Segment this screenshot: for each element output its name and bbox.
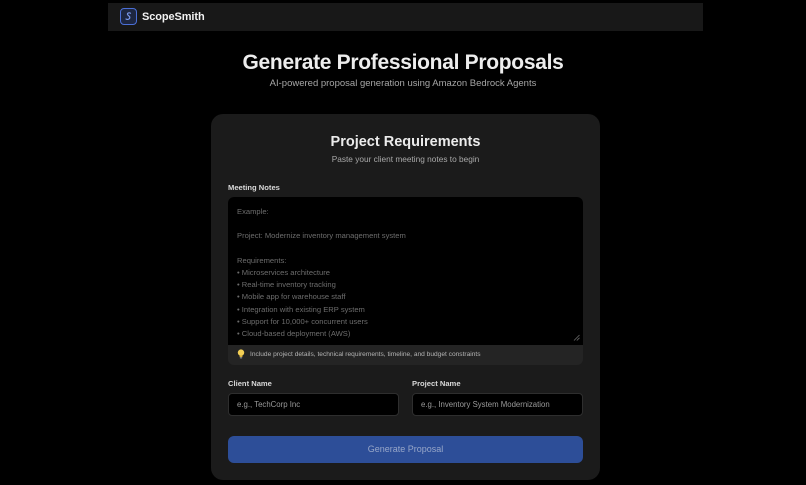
placeholder-line: • Support for 10,000+ concurrent users bbox=[237, 316, 368, 326]
brand[interactable]: ScopeSmith bbox=[120, 8, 205, 25]
resize-handle-icon[interactable] bbox=[573, 334, 580, 341]
placeholder-line bbox=[237, 243, 406, 255]
logo-icon bbox=[120, 8, 137, 25]
placeholder-line: Requirements: bbox=[237, 255, 287, 265]
placeholder-line: • Real-time inventory tracking bbox=[237, 280, 336, 290]
client-name-input[interactable]: e.g., TechCorp Inc bbox=[228, 393, 399, 416]
placeholder-line bbox=[237, 218, 406, 230]
meeting-notes-label: Meeting Notes bbox=[228, 183, 280, 192]
requirements-card: Project Requirements Paste your client m… bbox=[211, 114, 600, 480]
page-title: Generate Professional Proposals bbox=[242, 51, 564, 74]
meeting-notes-container: Example: Project: Modernize inventory man… bbox=[228, 197, 583, 365]
placeholder-line: • Cloud-based deployment (AWS) bbox=[237, 328, 351, 338]
project-name-label: Project Name bbox=[412, 379, 461, 388]
generate-proposal-button[interactable]: Generate Proposal bbox=[228, 436, 583, 463]
brand-name: ScopeSmith bbox=[142, 10, 205, 23]
lightbulb-icon bbox=[237, 349, 245, 359]
meeting-notes-textarea[interactable]: Example: Project: Modernize inventory man… bbox=[228, 197, 583, 345]
card-subtitle: Paste your client meeting notes to begin bbox=[331, 154, 480, 164]
placeholder-line: • Mobile app for warehouse staff bbox=[237, 292, 346, 302]
top-navbar: ScopeSmith bbox=[108, 3, 703, 31]
placeholder-line: Example: bbox=[237, 207, 269, 216]
card-title: Project Requirements bbox=[330, 134, 481, 150]
placeholder-line: • Integration with existing ERP system bbox=[237, 304, 365, 314]
project-name-input[interactable]: e.g., Inventory System Modernization bbox=[412, 393, 583, 416]
meeting-notes-placeholder: Example: Project: Modernize inventory man… bbox=[237, 206, 406, 340]
notes-hint-text: Include project details, technical requi… bbox=[250, 350, 481, 358]
placeholder-line: • Microservices architecture bbox=[237, 267, 330, 277]
page-subtitle: AI-powered proposal generation using Ama… bbox=[269, 78, 537, 89]
notes-hint: Include project details, technical requi… bbox=[237, 349, 481, 359]
placeholder-line: Project: Modernize inventory management … bbox=[237, 231, 406, 241]
client-name-label: Client Name bbox=[228, 379, 272, 388]
